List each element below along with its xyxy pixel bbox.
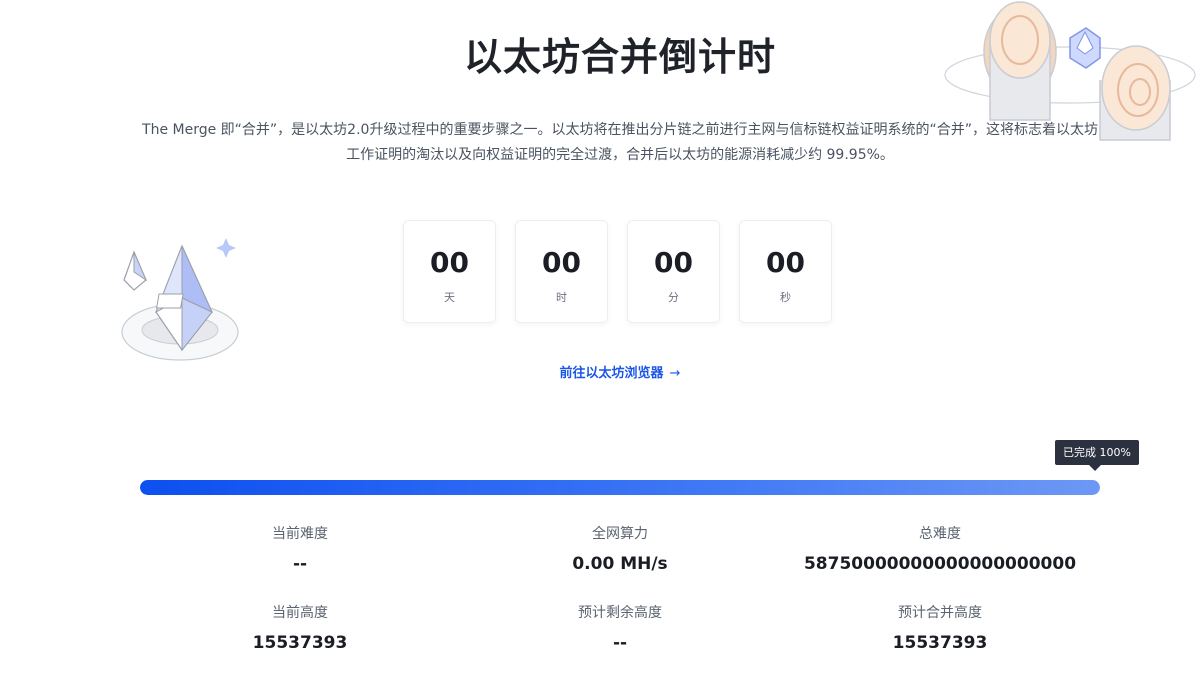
merge-progress-bar — [140, 480, 1100, 495]
stat-hashrate: 全网算力 0.00 MH/s — [460, 525, 780, 575]
countdown-value: 00 — [654, 246, 693, 279]
countdown-unit: 分 — [668, 291, 679, 304]
stat-label: 预计合并高度 — [898, 605, 982, 621]
stat-value: 0.00 MH/s — [572, 554, 668, 574]
sparkle-icon — [216, 238, 236, 258]
stat-label: 当前难度 — [272, 526, 328, 542]
stat-value: 15537393 — [252, 633, 348, 653]
stat-value: -- — [612, 633, 628, 653]
progress-tooltip: 已完成 100% — [1055, 440, 1139, 471]
countdown-value: 00 — [542, 246, 581, 279]
stat-remaining-height: 预计剩余高度 -- — [460, 604, 780, 654]
countdown-timer: 00 天 00 时 00 分 00 秒 — [403, 220, 832, 323]
explorer-link-label: 前往以太坊浏览器 — [559, 366, 664, 381]
explorer-link[interactable]: 前往以太坊浏览器 → — [0, 362, 1200, 381]
stat-label: 预计剩余高度 — [578, 605, 662, 621]
countdown-days: 00 天 — [403, 220, 496, 323]
stat-value: 58750000000000000000000 — [803, 554, 1077, 574]
countdown-hours: 00 时 — [515, 220, 608, 323]
stat-current-difficulty: 当前难度 -- — [140, 525, 460, 575]
countdown-value: 00 — [766, 246, 805, 279]
stat-label: 当前高度 — [272, 605, 328, 621]
countdown-unit: 时 — [556, 291, 567, 304]
ethereum-crystal-illustration — [121, 238, 239, 361]
stat-total-difficulty: 总难度 58750000000000000000000 — [780, 525, 1100, 575]
stat-value: -- — [292, 554, 308, 574]
countdown-unit: 天 — [444, 291, 455, 304]
arrow-right-icon: → — [669, 366, 681, 381]
stat-value: 15537393 — [892, 633, 988, 653]
stat-merge-height: 预计合并高度 15537393 — [780, 604, 1100, 654]
countdown-value: 00 — [430, 246, 469, 279]
stat-label: 全网算力 — [592, 526, 648, 542]
page-title: 以太坊合并倒计时 — [463, 35, 776, 79]
stat-current-height: 当前高度 15537393 — [140, 604, 460, 654]
progress-fill — [140, 480, 1100, 495]
merge-description: The Merge 即“合并”，是以太坊2.0升级过程中的重要步骤之一。以太坊将… — [142, 122, 1098, 163]
countdown-unit: 秒 — [780, 291, 791, 304]
countdown-minutes: 00 分 — [627, 220, 720, 323]
countdown-seconds: 00 秒 — [739, 220, 832, 323]
stat-label: 总难度 — [919, 526, 961, 542]
